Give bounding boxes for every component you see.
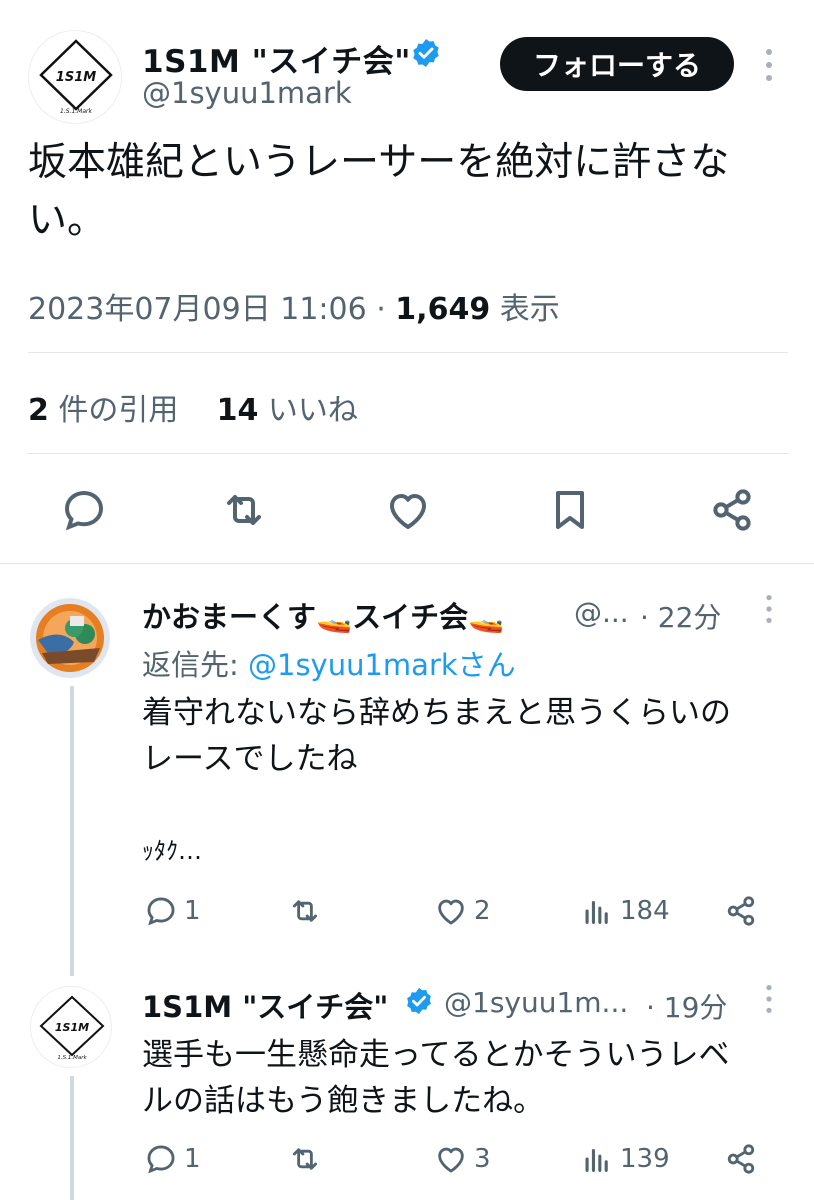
reply-avatar[interactable] <box>30 598 110 678</box>
retweet-icon[interactable] <box>220 486 268 538</box>
reply-display-name[interactable]: 1S1M "スイチ会" <box>142 984 388 1026</box>
share-icon[interactable] <box>724 1142 758 1180</box>
view-count: 184 <box>620 896 670 926</box>
reply-count: 1 <box>184 896 201 926</box>
views-icon <box>585 1148 608 1172</box>
like-icon <box>438 1147 464 1173</box>
svg-text:1.S.1.Mark: 1.S.1.Mark <box>60 108 92 115</box>
reply-text-line: ルの話はもう飽きましたね。 <box>142 1083 545 1119</box>
thread-line <box>70 686 74 976</box>
reply-text-line: レースでしたね <box>142 741 358 777</box>
reply-display-name[interactable]: かおまーくす🚤スイチ会🚤 <box>142 594 504 636</box>
views-label: 表示 <box>499 292 560 327</box>
author-display-name[interactable]: 1S1M "スイチ会" <box>142 36 411 81</box>
verified-badge-icon <box>404 986 434 1020</box>
views-icon <box>585 900 608 924</box>
reply-avatar[interactable]: 1S1M 1.S.1.Mark <box>30 986 112 1068</box>
reply-text: 選手も一生懸命走ってるとかそういうレベ ルの話はもう飽きましたね。 <box>142 1032 807 1124</box>
reply-text: 着守れないなら辞めちまえと思うくらいの レースでしたね ｯﾀｸ… <box>142 690 802 874</box>
display-name-text: 1S1M "スイチ会" <box>142 44 411 80</box>
reply-icon[interactable] <box>60 486 108 538</box>
retweet-action[interactable] <box>288 894 328 928</box>
reply-action[interactable]: 1 <box>144 894 201 928</box>
reply-text-line: 選手も一生懸命走ってるとかそういうレベ <box>142 1037 730 1073</box>
svg-text:1S1M: 1S1M <box>56 70 96 85</box>
likes-stat[interactable]: 14 いいね <box>217 393 358 428</box>
like-icon <box>438 899 464 925</box>
author-avatar[interactable]: 1S1M 1.S.1.Mark <box>28 30 122 124</box>
author-handle[interactable]: @1syuu1mark <box>142 76 352 110</box>
reply-icon <box>147 897 175 926</box>
svg-text:1S1M: 1S1M <box>55 1021 89 1034</box>
share-icon[interactable] <box>708 486 756 538</box>
bookmark-icon[interactable] <box>546 486 594 538</box>
views-action[interactable]: 139 <box>580 1142 670 1176</box>
quotes-label: 件の引用 <box>58 393 179 428</box>
reply-to-mention[interactable]: @1syuu1markさん <box>248 648 516 682</box>
more-icon[interactable] <box>762 984 776 1018</box>
reply-icon <box>147 1145 175 1174</box>
like-action[interactable]: 2 <box>434 894 491 928</box>
reply-action[interactable]: 1 <box>144 1142 201 1176</box>
likes-label: いいね <box>267 393 358 428</box>
reply-to-prefix: 返信先: <box>142 648 248 682</box>
reply-handle[interactable]: @1syuu1m... <box>444 986 628 1019</box>
views-count: 1,649 <box>395 292 491 327</box>
like-icon[interactable] <box>384 486 432 538</box>
quotes-stat[interactable]: 2 件の引用 <box>28 393 178 428</box>
view-count: 139 <box>620 1144 670 1174</box>
divider <box>28 453 788 454</box>
tweet-meta: 2023年07月09日 11:06 · 1,649 表示 <box>28 292 560 327</box>
reply-time[interactable]: · 19分 <box>646 986 727 1026</box>
tweet-timestamp[interactable]: 2023年07月09日 11:06 <box>28 292 367 327</box>
more-icon[interactable] <box>761 48 777 86</box>
retweet-icon <box>292 1148 318 1170</box>
reply-time[interactable]: · 22分 <box>640 596 721 636</box>
like-action[interactable]: 3 <box>434 1142 491 1176</box>
like-count: 2 <box>474 896 491 926</box>
views-action[interactable]: 184 <box>580 894 670 928</box>
tweet-text: 坂本雄紀というレーサーを絶対に許さない。 <box>28 140 730 243</box>
divider <box>0 563 814 564</box>
like-count: 3 <box>474 1144 491 1174</box>
likes-count: 14 <box>216 393 259 428</box>
follow-button[interactable]: フォローする <box>500 37 734 91</box>
thread-line <box>70 1076 74 1200</box>
reply-text-line: ｯﾀｸ… <box>142 837 202 865</box>
divider <box>28 352 788 353</box>
reply-handle[interactable]: @... <box>574 596 629 629</box>
verified-badge-icon <box>410 37 442 73</box>
tweet-stats: 2 件の引用 14 いいね <box>28 385 358 429</box>
reply-text-line: 着守れないなら辞めちまえと思うくらいの <box>142 695 731 731</box>
retweet-action[interactable] <box>288 1142 328 1176</box>
reply-to: 返信先: @1syuu1markさん <box>142 642 516 684</box>
retweet-icon <box>292 900 318 922</box>
svg-text:1.S.1.Mark: 1.S.1.Mark <box>57 1055 87 1061</box>
reply-count: 1 <box>184 1144 201 1174</box>
quotes-count: 2 <box>28 393 49 428</box>
share-icon[interactable] <box>724 894 758 932</box>
more-icon[interactable] <box>762 594 776 628</box>
